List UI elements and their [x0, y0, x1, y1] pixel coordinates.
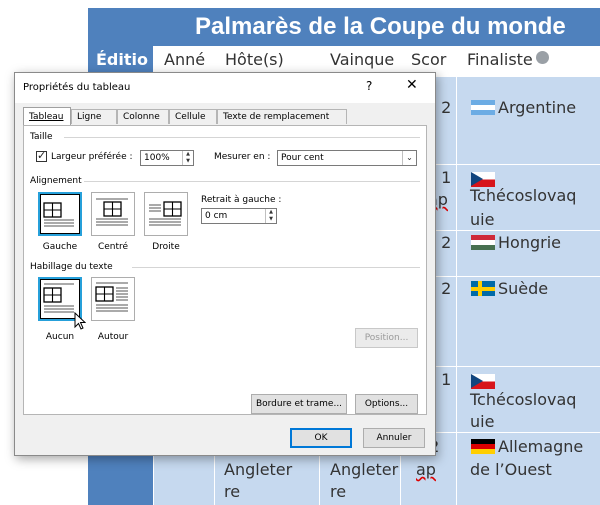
- header-finalist-label: Finaliste: [467, 50, 533, 69]
- left-indent-value: 0 cm: [205, 211, 228, 221]
- wrap-around-icon: [95, 282, 128, 312]
- indent-label: Retrait à gauche :: [201, 195, 282, 205]
- score-note-cell: ap: [416, 460, 436, 479]
- tab-tableau[interactable]: Tableau: [23, 107, 71, 125]
- mouse-pointer-icon: [74, 312, 86, 330]
- preferred-width-value: 100%: [144, 153, 170, 163]
- tab-panel: Taille Largeur préférée : 100% ▲▼ Mesure…: [23, 125, 427, 415]
- preferred-width-label: Largeur préférée :: [51, 152, 133, 162]
- align-center-button[interactable]: [91, 192, 135, 236]
- align-right-label: Droite: [152, 242, 180, 252]
- section-divider: [84, 181, 420, 182]
- table-properties-dialog: Propriétés du tableau ? ✕ Tableau Ligne …: [14, 72, 436, 456]
- tab-label: Texte de remplacement: [223, 112, 330, 122]
- tab-colonne[interactable]: Colonne: [117, 109, 169, 124]
- position-button[interactable]: Position...: [355, 328, 418, 348]
- left-indent-input[interactable]: 0 cm ▲ ▼: [201, 208, 277, 224]
- argentina-flag-icon: [471, 100, 495, 115]
- section-divider: [64, 137, 420, 138]
- finalist-cell: Allemagne: [498, 437, 584, 456]
- finalist-cell: Tchécoslovaq: [470, 390, 577, 409]
- preferred-width-checkbox[interactable]: [36, 149, 47, 162]
- header-finalist: Finaliste: [457, 46, 600, 76]
- section-divider: [132, 267, 420, 268]
- finalist-cell-cont: de l’Ouest: [470, 460, 552, 479]
- tab-label: Cellule: [175, 112, 206, 122]
- spinner-icon[interactable]: ▲ ▼: [182, 151, 193, 165]
- size-section-label: Taille: [30, 132, 53, 142]
- wrap-none-label: Aucun: [45, 332, 75, 342]
- finalist-cell-cont: uie: [470, 210, 495, 229]
- tab-label: Colonne: [123, 112, 160, 122]
- dialog-titlebar[interactable]: Propriétés du tableau ? ✕: [15, 73, 435, 103]
- align-left-label: Gauche: [42, 242, 78, 252]
- alignment-section-label: Alignement: [30, 176, 82, 186]
- borders-shading-button[interactable]: Bordure et trame...: [251, 394, 347, 414]
- sweden-flag-icon: [471, 281, 495, 296]
- align-left-icon: [43, 202, 74, 227]
- finalist-cell: Suède: [498, 279, 549, 298]
- options-button[interactable]: Options...: [355, 394, 418, 414]
- measure-value: Pour cent: [281, 153, 324, 163]
- finalist-cell: Tchécoslovaq: [470, 186, 577, 205]
- tab-cellule[interactable]: Cellule: [169, 109, 217, 124]
- winner-cell-cont: re: [330, 482, 347, 501]
- table-title: Palmarès de la Coupe du monde: [88, 8, 600, 46]
- close-button[interactable]: ✕: [406, 77, 418, 93]
- wrap-around-label: Autour: [97, 332, 129, 342]
- tab-label: Tableau: [29, 112, 64, 122]
- align-center-icon: [96, 198, 128, 226]
- west-germany-flag-icon: [471, 439, 495, 454]
- measure-select[interactable]: Pour cent ⌄: [277, 150, 417, 166]
- host-cell: Angleter: [224, 460, 293, 479]
- ok-button[interactable]: OK: [290, 428, 352, 448]
- tab-ligne[interactable]: Ligne: [71, 109, 117, 124]
- czechoslovakia-flag-icon: [471, 172, 495, 187]
- align-right-button[interactable]: [144, 192, 188, 236]
- czechoslovakia-flag-icon: [471, 374, 495, 389]
- spinner-icon[interactable]: ▲ ▼: [265, 209, 276, 223]
- finalist-cell: Hongrie: [498, 233, 561, 252]
- preferred-width-input[interactable]: 100% ▲ ▼: [140, 150, 194, 166]
- wrap-around-button[interactable]: [91, 277, 135, 321]
- winner-cell: Angleter: [330, 460, 399, 479]
- globe-icon: [535, 51, 549, 64]
- tab-texte-de-remplacement[interactable]: Texte de remplacement: [217, 109, 347, 124]
- help-button[interactable]: ?: [366, 79, 372, 93]
- dialog-title: Propriétés du tableau: [23, 82, 131, 93]
- host-cell-cont: re: [224, 482, 241, 501]
- finalist-cell-cont: uie: [470, 412, 495, 431]
- chevron-down-icon[interactable]: ⌄: [402, 151, 416, 165]
- cancel-button[interactable]: Annuler: [363, 428, 425, 448]
- wrap-section-label: Habillage du texte: [30, 262, 113, 272]
- align-right-icon: [149, 201, 182, 226]
- align-left-button[interactable]: [38, 192, 82, 236]
- hungary-flag-icon: [471, 235, 495, 250]
- finalist-cell: Argentine: [498, 98, 577, 117]
- tab-label: Ligne: [77, 112, 102, 122]
- align-center-label: Centré: [97, 242, 129, 252]
- measure-label: Mesurer en :: [214, 152, 271, 162]
